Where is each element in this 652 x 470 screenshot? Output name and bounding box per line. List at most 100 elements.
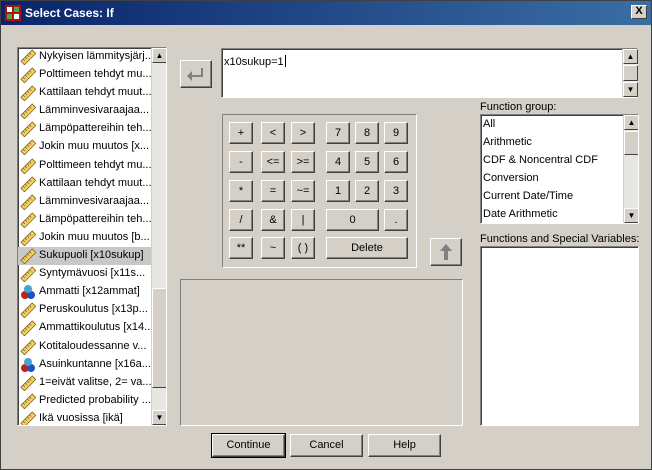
function-group-item[interactable]: Current Date/Time <box>481 187 638 205</box>
variable-list[interactable]: Nykyisen lämmitysjärj... Polttimeen tehdy… <box>17 47 167 426</box>
ruler-icon <box>20 212 37 229</box>
title-bar[interactable]: Select Cases: If X <box>1 1 651 25</box>
scroll-up-button[interactable]: ▲ <box>152 48 166 63</box>
variable-item-label: Sukupuoli [x10sukup] <box>39 249 144 262</box>
variable-item[interactable]: Jokin muu muutos [x... <box>18 138 153 156</box>
variable-item-label: Lämminvesivaraajaa... <box>39 194 150 207</box>
keypad-key[interactable]: 6 <box>384 151 408 173</box>
nominal-icon <box>20 284 36 300</box>
variable-item[interactable]: Lämpöpattereihin teh... <box>18 120 153 138</box>
keypad-key[interactable]: > <box>291 122 315 144</box>
fg-scroll-down-button[interactable]: ▼ <box>624 208 638 223</box>
variable-item-label: Peruskoulutus [x13p... <box>39 303 148 316</box>
variable-item[interactable]: Asuinkuntanne [x16a... <box>18 356 153 374</box>
function-description-area <box>180 279 463 426</box>
function-group-list[interactable]: All Arithmetic CDF & Noncentral CDF Convers… <box>480 114 639 224</box>
cancel-label: Cancel <box>309 439 344 451</box>
keypad-key[interactable]: & <box>261 209 285 231</box>
variable-item[interactable]: Jokin muu muutos [b... <box>18 229 153 247</box>
ruler-icon <box>20 230 37 247</box>
variable-item[interactable]: Syntymävuosi [x11s... <box>18 265 153 283</box>
variable-item[interactable]: Predicted probability ... <box>18 392 153 410</box>
keypad-key[interactable]: < <box>261 122 285 144</box>
variable-item[interactable]: 1=eivät valitse, 2= va... <box>18 374 153 392</box>
keypad-key[interactable]: Delete <box>326 237 408 259</box>
keypad-key[interactable]: 7 <box>326 122 350 144</box>
variable-list-scrollbar[interactable]: ▲ ▼ <box>151 48 166 425</box>
expr-scroll-up-button[interactable]: ▲ <box>623 49 638 64</box>
continue-button[interactable]: Continue <box>211 433 286 458</box>
ruler-icon <box>20 121 37 138</box>
expr-scroll-down-button[interactable]: ▼ <box>623 82 638 97</box>
scroll-thumb[interactable] <box>152 288 166 388</box>
keypad-key[interactable]: ( ) <box>291 237 315 259</box>
scroll-down-button[interactable]: ▼ <box>152 410 166 425</box>
variable-item-label: Polttimeen tehdyt mu... <box>39 68 152 81</box>
continue-label: Continue <box>226 439 271 451</box>
ruler-icon <box>20 248 37 265</box>
cancel-button[interactable]: Cancel <box>290 434 363 457</box>
keypad-key[interactable]: 1 <box>326 180 350 202</box>
variable-item[interactable]: Lämpöpattereihin teh... <box>18 211 153 229</box>
keypad-key[interactable]: ~ <box>261 237 285 259</box>
variable-item[interactable]: Lämminvesivaraajaa... <box>18 193 153 211</box>
variable-item[interactable]: Kotitaloudessanne v... <box>18 338 153 356</box>
variable-item[interactable]: Polttimeen tehdyt mu... <box>18 157 153 175</box>
function-group-item[interactable]: CDF & Noncentral CDF <box>481 151 638 169</box>
function-group-scrollbar[interactable]: ▲ ▼ <box>623 115 638 223</box>
keypad-key[interactable]: 8 <box>355 122 379 144</box>
keypad-key[interactable]: / <box>229 209 253 231</box>
variable-item[interactable]: Kattilaan tehdyt muut... <box>18 175 153 193</box>
keypad-key[interactable]: >= <box>291 151 315 173</box>
functions-list[interactable] <box>480 246 639 426</box>
variable-item-label: Jokin muu muutos [x... <box>39 140 150 153</box>
arrow-up-icon <box>440 244 452 260</box>
keypad-key[interactable]: 5 <box>355 151 379 173</box>
variable-item[interactable]: Ikä vuosissa [ikä] <box>18 410 153 425</box>
function-group-items: All Arithmetic CDF & Noncentral CDF Convers… <box>481 115 638 223</box>
variable-item[interactable]: Lämminvesivaraajaa... <box>18 102 153 120</box>
help-button[interactable]: Help <box>368 434 441 457</box>
keypad-key[interactable]: . <box>384 209 408 231</box>
ruler-icon <box>20 103 37 120</box>
function-group-item[interactable]: All <box>481 115 638 133</box>
insert-function-button[interactable] <box>430 238 462 266</box>
keypad-key[interactable]: ** <box>229 237 253 259</box>
keypad-key[interactable]: 9 <box>384 122 408 144</box>
expression-input[interactable]: x10sukup=1 ▲ ▼ <box>221 48 638 98</box>
function-group-item[interactable]: Arithmetic <box>481 133 638 151</box>
variable-item[interactable]: Ammatti [x12ammat] <box>18 283 153 301</box>
variable-item[interactable]: Peruskoulutus [x13p... <box>18 301 153 319</box>
keypad-key[interactable]: ~= <box>291 180 315 202</box>
keypad-key[interactable]: 0 <box>326 209 379 231</box>
ruler-icon <box>20 157 37 174</box>
ruler-icon <box>20 85 37 102</box>
keypad-key[interactable]: 4 <box>326 151 350 173</box>
expr-scroll-thumb[interactable] <box>623 65 638 81</box>
variable-item-label: Lämpöpattereihin teh... <box>39 212 152 225</box>
variable-item[interactable]: Polttimeen tehdyt mu... <box>18 66 153 84</box>
keypad-key[interactable]: = <box>261 180 285 202</box>
nominal-icon <box>20 357 36 373</box>
function-group-item[interactable]: Conversion <box>481 169 638 187</box>
variable-item[interactable]: Sukupuoli [x10sukup] <box>18 247 153 266</box>
keypad-key[interactable]: <= <box>261 151 285 173</box>
ruler-icon <box>20 139 37 156</box>
variable-item-label: Syntymävuosi [x11s... <box>39 267 146 280</box>
fg-scroll-up-button[interactable]: ▲ <box>624 115 638 130</box>
variable-item[interactable]: Ammattikoulutus [x14... <box>18 319 153 337</box>
function-group-item[interactable]: Date Arithmetic <box>481 205 638 223</box>
keypad-key[interactable]: * <box>229 180 253 202</box>
variable-item[interactable]: Nykyisen lämmitysjärj... <box>18 48 153 66</box>
expression-scrollbar[interactable]: ▲ ▼ <box>622 49 638 97</box>
variable-item[interactable]: Kattilaan tehdyt muut... <box>18 84 153 102</box>
fg-scroll-thumb[interactable] <box>624 131 638 155</box>
move-to-expression-button[interactable] <box>180 60 212 88</box>
keypad-key[interactable]: | <box>291 209 315 231</box>
keypad-key[interactable]: - <box>229 151 253 173</box>
help-label: Help <box>393 439 416 451</box>
keypad-key[interactable]: 3 <box>384 180 408 202</box>
keypad-key[interactable]: 2 <box>355 180 379 202</box>
keypad-key[interactable]: + <box>229 122 253 144</box>
close-button[interactable]: X <box>631 5 647 19</box>
